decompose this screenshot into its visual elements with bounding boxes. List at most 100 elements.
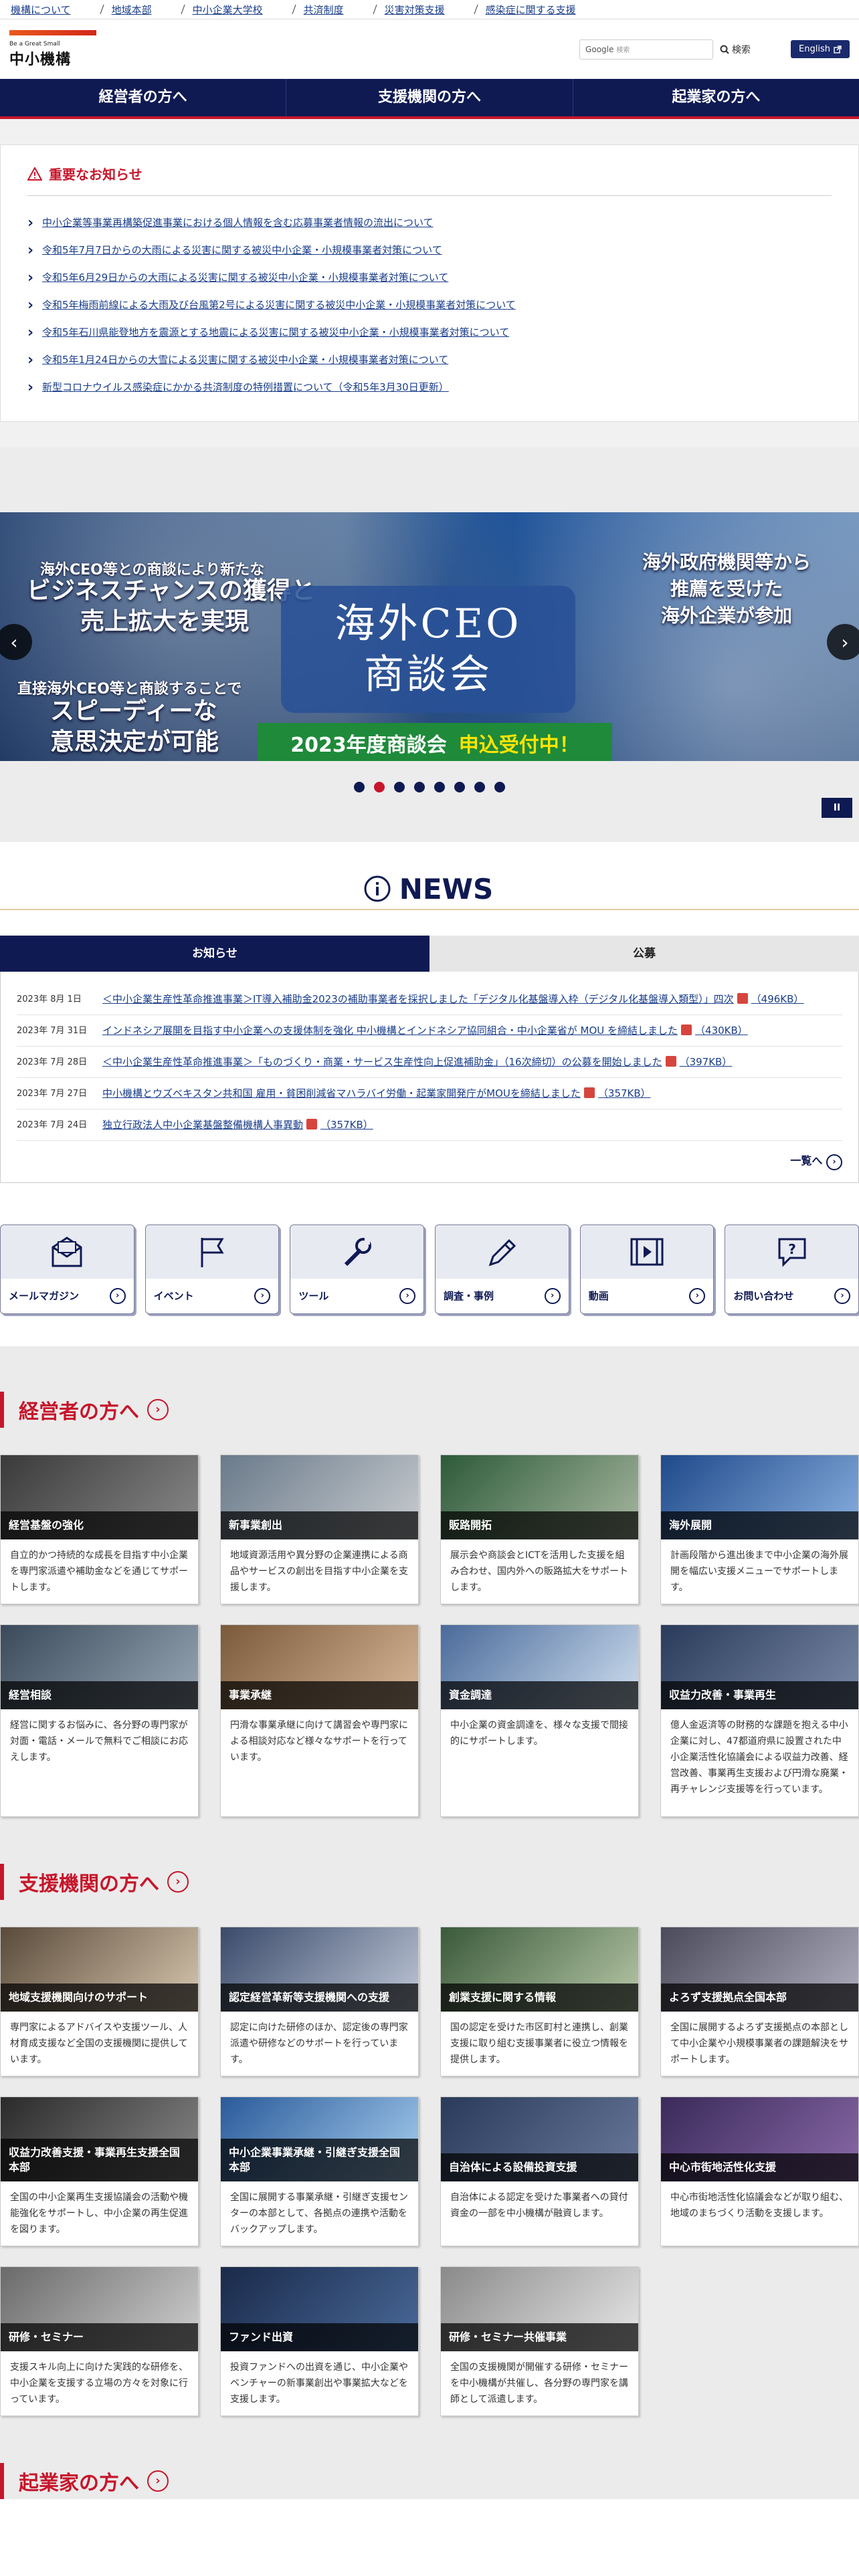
card-link[interactable]: 事業承継 円滑な事業承継に向けて講習会や専門家による相談対応など様々なサポートを行… [220, 1624, 419, 1817]
card-link[interactable]: 経営相談 経営に関するお悩みに、各分野の専門家が対面・電話・メールで無料でご相談に… [0, 1624, 199, 1817]
carousel-slide[interactable]: 海外CEO等との商談により新たな ビジネスチャンスの獲得と 売上拡大を実現 直接海… [0, 512, 859, 761]
news-date: 2023年 7月 24日 [17, 1120, 88, 1130]
card-link[interactable]: 研修・セミナー共催事業 全国の支援機関が開催する研修・セミナーを中小機構が共催し、… [440, 2266, 639, 2416]
card-link[interactable]: 中小企業事業承継・引継ぎ支援全国本部 全国に展開する事業承継・引継ぎ支援センターの… [220, 2096, 419, 2246]
notice-item-link[interactable]: 令和5年6月29日からの大雨による災害に関する被災中小企業・小規模事業者対策につ… [27, 264, 832, 292]
card-link[interactable]: 地域支援機関向けのサポート 専門家によるアドバイスや支援ツール、人材育成支援など全… [0, 1926, 199, 2076]
card-link[interactable]: 中心市街地活性化支援 中心市街地活性化協議会などが取り組む、地域のまちづくり活動を… [660, 2096, 859, 2246]
flag-icon [146, 1225, 279, 1279]
news-row: 2023年 7月 27日 中小機構とウズベキスタン共和国 雇用・貧困削減省マハラバ… [17, 1078, 842, 1109]
card-link[interactable]: 経営基盤の強化 自立的かつ持続的な成長を目指す中小企業を専門家派遣や補助金などを通… [0, 1454, 199, 1604]
pencil-icon [436, 1225, 569, 1279]
shortcut-wrench[interactable]: ツール › [290, 1224, 425, 1314]
card-description: 投資ファンドへの出資を通じ、中小企業やベンチャーの新事業創出や事業拡大などを支援… [230, 2361, 408, 2405]
utility-nav-link[interactable]: 中小企業大学校 [191, 3, 263, 17]
notice-item-link[interactable]: 令和5年梅雨前線による大雨及び台風第2号による災害に関する被災中小企業・小規模事… [27, 292, 832, 319]
gnav-managers[interactable]: 経営者の方へ [0, 79, 287, 116]
shortcut-pencil[interactable]: 調査・事例 › [435, 1224, 569, 1314]
card-description: 億人金返済等の財務的な課題を抱える中小企業に対し、47都道府県に設置された中小企… [670, 1719, 848, 1795]
news-link[interactable]: 独立行政法人中小企業基盤整備機構人事異動 （357KB） [102, 1116, 373, 1134]
card-image: 事業承継 [221, 1624, 418, 1709]
card-image: ファンド出資 [221, 2266, 418, 2351]
carousel-dot-active[interactable] [374, 782, 385, 792]
managers-section: 経営者の方へ › 経営基盤の強化 自立的かつ持続的な成長を目指す中小企業を専門家派遣… [0, 1346, 859, 2499]
search-button[interactable]: 検索 [720, 43, 751, 56]
carousel-dot[interactable] [474, 782, 485, 792]
carousel-dot[interactable] [454, 782, 465, 792]
news-link[interactable]: 中小機構とウズベキスタン共和国 雇用・貧困削減省マハラバイ労働・起業家開発庁がM… [102, 1085, 651, 1102]
card-title: 経営基盤の強化 [1, 1511, 198, 1539]
shortcut-video[interactable]: 動画 › [579, 1224, 714, 1314]
notice-item-link[interactable]: 令和5年7月7日からの大雨による災害に関する被災中小企業・小規模事業者対策につい… [27, 237, 832, 264]
section-heading-managers[interactable]: 経営者の方へ › [0, 1391, 859, 1428]
managers-card-grid: 経営基盤の強化 自立的かつ持続的な成長を目指す中小企業を専門家派遣や補助金などを通… [0, 1454, 859, 1864]
tab-public-offering[interactable]: 公募 [430, 936, 859, 972]
warning-icon [27, 167, 42, 181]
slide-cta: 2023年度商談会 申込受付中！ [258, 723, 612, 761]
card-description: 全国の支援機関が開催する研修・セミナーを中小機構が共催し、各分野の専門家を講師と… [450, 2361, 628, 2405]
site-header: Be a Great Small 中小機構 Google 検索 検索 Engli… [0, 19, 859, 79]
news-link[interactable]: ＜中小企業生産性革命推進事業＞「ものづくり・商業・サービス生産性向上促進補助金」… [102, 1053, 732, 1071]
utility-nav-link[interactable]: 感染症に関する支援 [484, 3, 576, 17]
shortcut-links: メールマガジン › イベント › ツール › 調査・事例 › 動画 › ? お問い合わせ › [0, 1183, 859, 1346]
card-link[interactable]: 資金調達 中小企業の資金調達を、様々な支援で間接的にサポートします。 [440, 1624, 639, 1817]
card-link[interactable]: よろず支援拠点全国本部 全国に展開するよろず支援拠点の本部として中小企業や小規模事… [660, 1926, 859, 2076]
tab-announcements[interactable]: お知らせ [0, 936, 430, 972]
card-link[interactable]: 収益力改善支援・事業再生支援全国本部 全国の中小企業再生支援協議会の活動や機能強化… [0, 2096, 199, 2246]
arrow-circle-icon: › [254, 1287, 271, 1304]
site-logo[interactable]: Be a Great Small 中小機構 [9, 29, 96, 69]
shortcut-label: お問い合わせ › [725, 1278, 859, 1313]
card-link[interactable]: 販路開拓 展示会や商談会とICTを活用した支援を組み合わせ、国内外への販路拡大をサ… [440, 1454, 639, 1604]
carousel-dot[interactable] [414, 782, 425, 792]
search-input[interactable]: Google 検索 [579, 39, 714, 60]
news-row: 2023年 7月 31日 インドネシア展開を目指す中小企業への支援体制を強化 中小… [17, 1015, 842, 1047]
news-link[interactable]: ＜中小企業生産性革命推進事業＞IT導入補助金2023の補助事業者を採択しました「… [102, 990, 803, 1008]
notice-item-link[interactable]: 令和5年1月24日からの大雪による災害に関する被災中小企業・小規模事業者対策につ… [27, 346, 832, 374]
notice-item-link[interactable]: 令和5年石川県能登地方を震源とする地震による災害に関する被災中小企業・小規模事業… [27, 319, 832, 346]
section-heading-support-orgs[interactable]: 支援機関の方へ › [0, 1863, 859, 1900]
shortcut-mail-magazine[interactable]: メールマガジン › [0, 1224, 134, 1314]
notice-item-link[interactable]: 新型コロナウイルス感染症にかかる共済制度の特例措置について（令和5年3月30日更… [27, 374, 832, 401]
card-link[interactable]: 自治体による設備投資支援 自治体による認定を受けた事業者への貸付資金の一部を中小機… [440, 2096, 639, 2246]
utility-nav-link[interactable]: 機構について [9, 3, 71, 17]
carousel-next-button[interactable]: › [827, 624, 859, 660]
card-title: 認定経営革新等支援機関への支援 [221, 1983, 418, 2012]
utility-nav-link[interactable]: 災害対策支援 [383, 3, 445, 17]
card-title: 地域支援機関向けのサポート [1, 1983, 198, 2012]
card-link[interactable]: 創業支援に関する情報 国の認定を受けた市区町村と連携し、創業支援に取り組む支援事業… [440, 1926, 639, 2076]
pdf-icon [681, 1024, 692, 1035]
shortcut-question-bubble[interactable]: ? お問い合わせ › [725, 1224, 859, 1314]
shortcut-label: 動画 › [580, 1278, 714, 1313]
card-description: 中心市街地活性化協議会などが取り組む、地域のまちづくり活動を支援します。 [670, 2191, 848, 2219]
shortcut-flag[interactable]: イベント › [145, 1224, 280, 1314]
utility-nav-link[interactable]: 共済制度 [302, 3, 344, 17]
carousel-dot[interactable] [494, 782, 505, 792]
gnav-support-orgs[interactable]: 支援機関の方へ [286, 79, 573, 116]
news-link[interactable]: インドネシア展開を目指す中小企業への支援体制を強化 中小機構とインドネシア協同組… [102, 1022, 748, 1039]
carousel-dot[interactable] [394, 782, 405, 792]
file-size: （430KB） [695, 1025, 748, 1037]
english-link[interactable]: English [791, 40, 850, 58]
arrow-circle-icon: › [544, 1287, 561, 1304]
news-more-link[interactable]: 一覧へ › [17, 1141, 842, 1176]
notice-section: 重要なお知らせ 中小企業等事業再構築促進事業における個人情報を含む応募事業者情報… [0, 119, 859, 447]
card-link[interactable]: 研修・セミナー 支援スキル向上に向けた実践的な研修を、中小企業を支援する立場の方々… [0, 2266, 199, 2416]
card-link[interactable]: 新事業創出 地域資源活用や異分野の企業連携による商品やサービスの創出を目指す中小企… [220, 1454, 419, 1604]
card-image: 収益力改善支援・事業再生支援全国本部 [1, 2097, 198, 2181]
gnav-entrepreneurs[interactable]: 起業家の方へ [573, 79, 859, 116]
section-heading-entrepreneurs[interactable]: 起業家の方へ › [0, 2462, 859, 2499]
news-title: NEWS [396, 872, 496, 905]
card-link[interactable]: 認定経営革新等支援機関への支援 認定に向けた研修のほか、認定後の専門家派遣や研修な… [220, 1926, 419, 2076]
card-link[interactable]: 海外展開 計画段階から進出後まで中小企業の海外展開を幅広い支援メニューでサポートし… [660, 1454, 859, 1604]
notice-item-link[interactable]: 中小企業等事業再構築促進事業における個人情報を含む応募事業者情報の流出について [27, 209, 832, 237]
card-link[interactable]: ファンド出資投資ファンドへの出資を通じ、中小企業やベンチャーの新事業創出や事業拡… [220, 2266, 419, 2416]
carousel-pause-button[interactable]: II [822, 798, 852, 818]
card-image: 地域支援機関向けのサポート [1, 1927, 198, 2012]
news-date: 2023年 7月 28日 [17, 1057, 88, 1067]
card-title: 海外展開 [661, 1511, 858, 1539]
utility-nav-link[interactable]: 地域本部 [110, 3, 152, 17]
carousel-dot[interactable] [354, 782, 365, 792]
card-title: 創業支援に関する情報 [441, 1983, 638, 2012]
card-link[interactable]: 収益力改善・事業再生 億人金返済等の財務的な課題を抱える中小企業に対し、47都道府… [660, 1624, 859, 1817]
carousel-dot[interactable] [434, 782, 445, 792]
